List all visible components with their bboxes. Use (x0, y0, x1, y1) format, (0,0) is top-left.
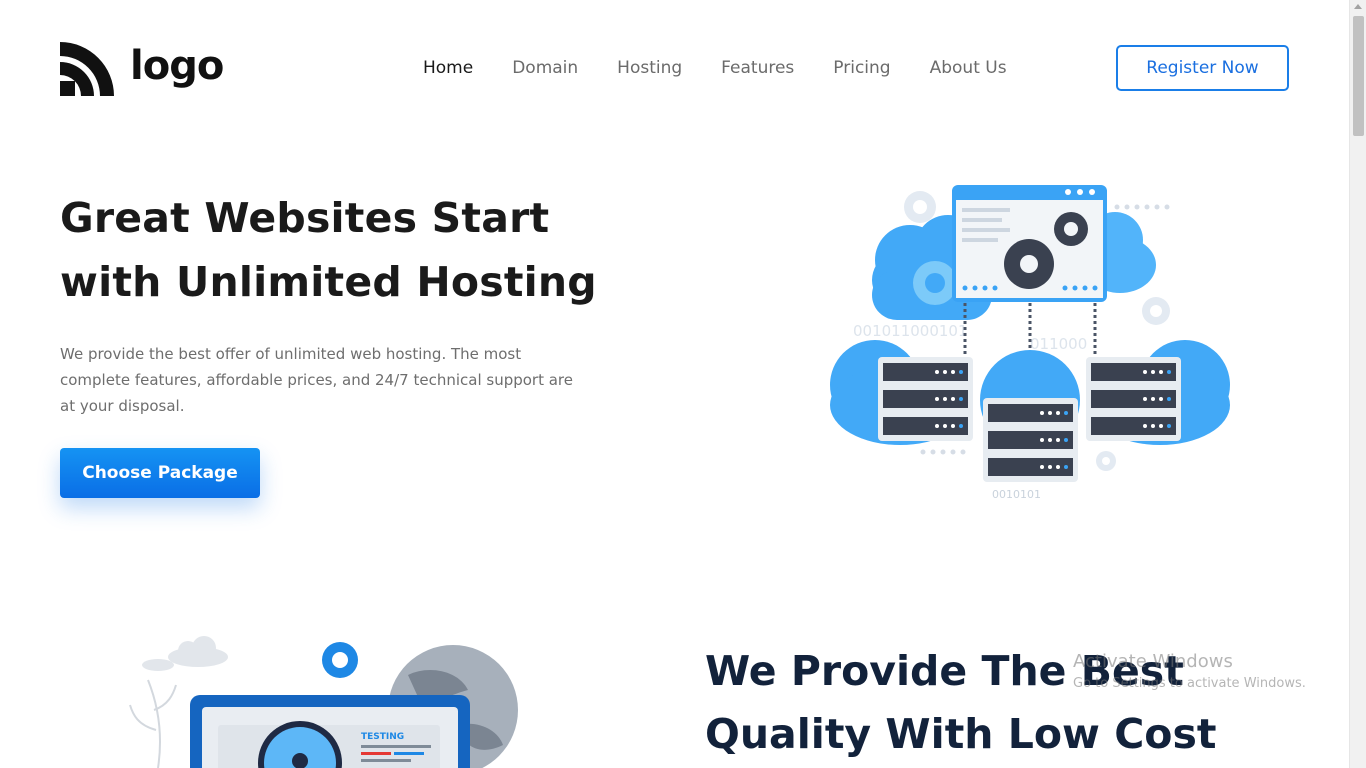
binary-label-3: 011000 (1030, 335, 1087, 353)
section2-title-line2: Quality With Low Cost (705, 710, 1217, 758)
server-rack-left (878, 357, 973, 441)
nav-domain[interactable]: Domain (512, 57, 578, 79)
hero-title-line2: with Unlimited Hosting (60, 258, 597, 306)
testing-label: TESTING (361, 732, 404, 742)
testing-illustration: TESTING (129, 636, 518, 768)
logo-icon (60, 42, 114, 96)
nav-home[interactable]: Home (423, 57, 473, 79)
nav-hosting[interactable]: Hosting (617, 57, 682, 79)
server-rack-center (983, 398, 1078, 482)
hero-description: We provide the best offer of unlimited w… (60, 345, 573, 415)
windows-activation-watermark: Activate Windows Go to Settings to activ… (1073, 651, 1306, 693)
hero-title-line1: Great Websites Start (60, 194, 550, 242)
vertical-scrollbar[interactable] (1349, 0, 1366, 768)
scroll-up-icon[interactable] (1354, 4, 1362, 9)
binary-label-4: 0010101 (992, 488, 1041, 501)
register-now-button[interactable]: Register Now (1116, 45, 1289, 91)
server-rack-right (1086, 357, 1181, 441)
hero-title: Great Websites Start with Unlimited Host… (60, 186, 680, 314)
scrollbar-thumb[interactable] (1353, 16, 1364, 136)
logo-text: logo (130, 43, 224, 89)
site-logo[interactable]: logo (60, 40, 224, 96)
nav-about-us[interactable]: About Us (930, 57, 1007, 79)
main-nav: Home Domain Hosting Features Pricing Abo… (423, 57, 1046, 79)
watermark-subtitle: Go to Settings to activate Windows. (1073, 676, 1306, 691)
nav-pricing[interactable]: Pricing (833, 57, 890, 79)
nav-features[interactable]: Features (721, 57, 794, 79)
watermark-title: Activate Windows (1073, 651, 1233, 672)
hosting-servers-illustration: 0101 001011000101 011000 0010101 (830, 185, 1230, 501)
gear-icon (322, 642, 358, 678)
choose-package-button[interactable]: Choose Package (60, 448, 260, 498)
binary-label-2: 001011000101 (853, 322, 968, 340)
